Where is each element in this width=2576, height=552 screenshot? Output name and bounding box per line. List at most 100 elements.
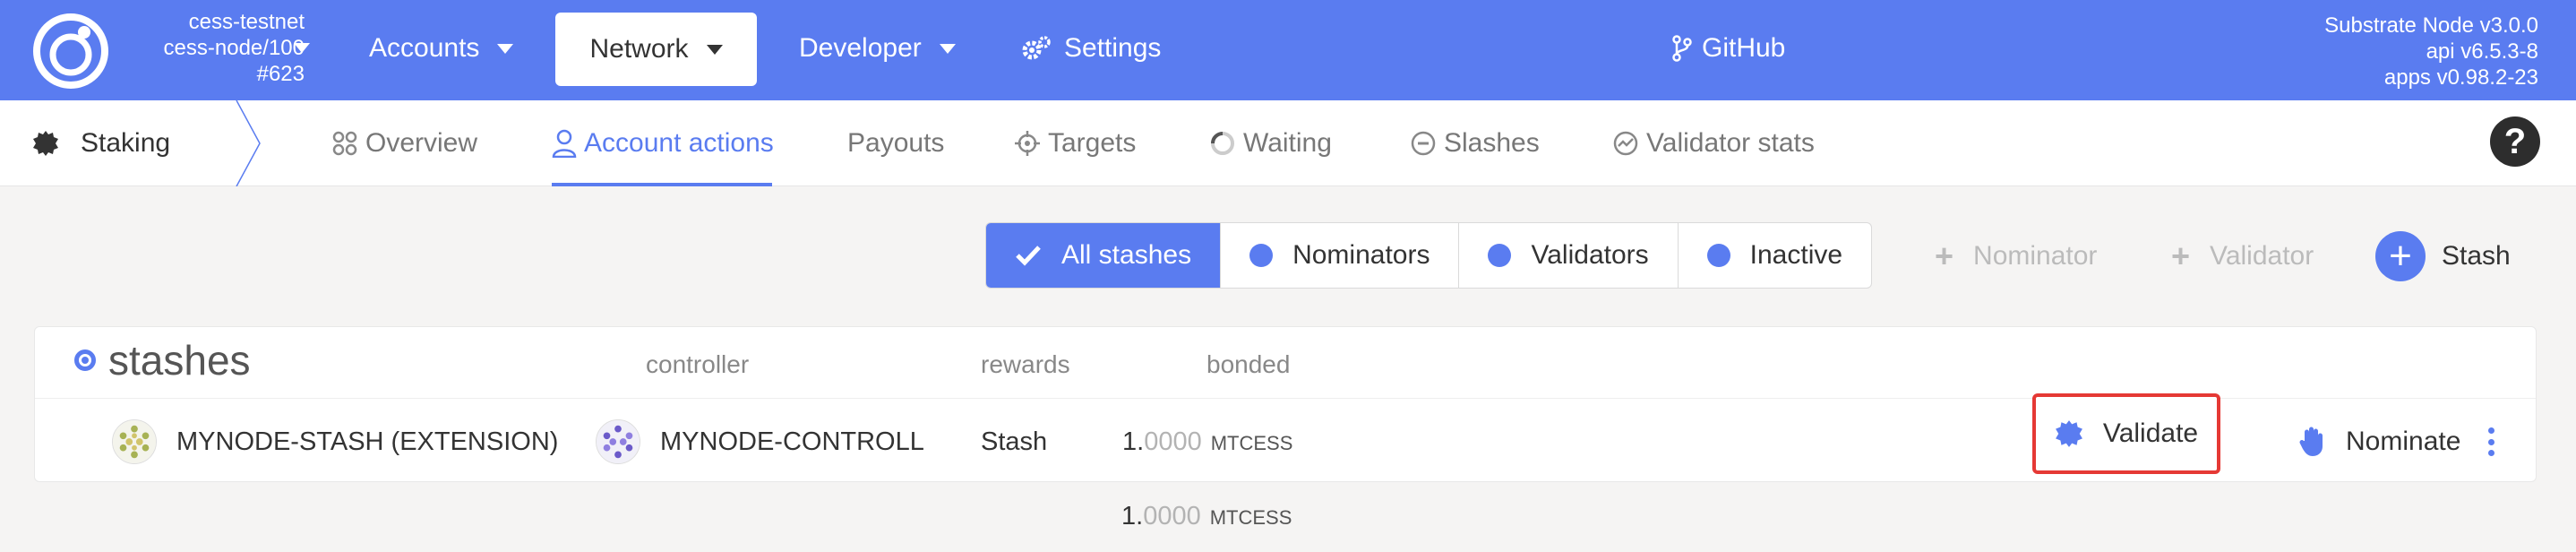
minus-circle-icon [1411,131,1436,156]
tab-overview-label: Overview [365,128,478,158]
table-title: stashes [74,336,251,384]
nominate-button[interactable]: Nominate [2299,401,2460,483]
bonded-fraction: 0000 [1144,427,1202,456]
total-unit: MTCESS [1209,506,1292,529]
tab-slashes-label: Slashes [1444,128,1540,158]
radio-icon [74,349,96,371]
tab-payouts-label: Payouts [847,128,945,158]
plus-icon: + [2375,231,2426,281]
dot-icon [1706,244,1730,267]
tab-waiting[interactable]: Waiting [1209,124,1332,163]
api-version: api v6.5.3-8 [2426,39,2538,64]
controller-account[interactable]: MYNODE-CONTROLL [596,401,940,483]
nav-network[interactable]: Network [555,13,757,86]
total-fraction: 0000 [1143,502,1201,530]
table-header: stashes controller rewards bonded [35,327,2536,399]
add-nominator-button[interactable]: + Nominator [1935,235,2097,278]
stash-filter-group: All stashes Nominators Validators Inacti… [985,222,1873,289]
tab-account-actions[interactable]: Account actions [552,124,774,163]
validate-label: Validate [2102,418,2199,448]
chevron-down-icon [706,44,723,55]
hand-paper-icon [2299,427,2323,456]
node-version: Substrate Node v3.0.0 [2324,13,2538,38]
nav-github[interactable]: GitHub [1671,29,1785,68]
stash-account[interactable]: MYNODE-STASH (EXTENSION) [112,401,558,483]
active-tab-indicator [552,183,772,186]
nav-settings-label: Settings [1064,33,1162,63]
tab-payouts[interactable]: Payouts [847,124,944,163]
dot-icon [1249,244,1274,267]
filter-nominators[interactable]: Nominators [1221,223,1460,288]
header-bonded: bonded [1206,350,1291,378]
user-icon [552,129,577,158]
staking-subnav: Staking Overview Account actions Payouts… [0,100,2576,186]
tab-validator-stats[interactable]: Validator stats [1612,124,1815,163]
total-integer: 1. [1121,502,1144,530]
stashes-table: stashes controller rewards bonded MYNODE… [34,326,2537,482]
rewards-destination: Stash [981,427,1048,456]
plus-icon: + [2171,237,2191,274]
nav-developer-label: Developer [799,33,922,63]
chevron-down-icon [497,43,514,54]
help-button[interactable]: ? [2490,116,2540,167]
identicon-icon[interactable] [596,419,640,464]
nav-accounts[interactable]: Accounts [369,29,514,68]
add-validator-label: Validator [2210,241,2314,271]
breadcrumb-separator [236,100,261,186]
chain-selector[interactable]: cess-testnet cess-node/100 #623 [125,9,305,87]
add-stash-label: Stash [2442,241,2511,271]
chevron-down-icon[interactable] [294,43,310,53]
more-options-icon[interactable] [2486,427,2496,456]
add-validator-button[interactable]: + Validator [2171,235,2314,278]
apps-version: apps v0.98.2-23 [2383,65,2538,90]
chevron-down-icon [939,43,956,54]
filter-inactive-label: Inactive [1749,240,1843,270]
bonded-unit: MTCESS [1210,431,1293,454]
tab-validator-stats-label: Validator stats [1646,128,1815,158]
filter-validators[interactable]: Validators [1459,223,1679,288]
identicon-icon[interactable] [112,419,157,464]
block-number: #623 [256,62,305,86]
tab-targets[interactable]: Targets [1014,124,1136,163]
tab-targets-label: Targets [1048,128,1137,158]
bonded-amount: 1. 0000 MTCESS [1122,401,1292,483]
nav-network-label: Network [589,34,689,64]
dot-icon [1488,244,1512,267]
controller-name: MYNODE-CONTROLL [660,427,924,456]
validate-button[interactable]: Validate [2032,393,2220,474]
add-stash-button[interactable]: + Stash [2375,229,2511,283]
certificate-icon [2055,420,2082,447]
version-info: Substrate Node v3.0.0 api v6.5.3-8 apps … [2324,13,2538,91]
add-nominator-label: Nominator [1973,241,2098,271]
section-title-label: Staking [81,128,171,158]
tab-slashes[interactable]: Slashes [1410,124,1540,163]
spinner-icon [1211,132,1234,155]
filter-all-stashes[interactable]: All stashes [986,223,1222,288]
filter-all-label: All stashes [1061,240,1192,270]
tab-account-actions-label: Account actions [584,128,774,158]
top-bar: cess-testnet cess-node/100 #623 Accounts… [0,0,2576,100]
nav-settings[interactable]: Settings [1021,29,1161,68]
filter-inactive[interactable]: Inactive [1679,223,1871,288]
git-branch-icon [1672,35,1692,62]
nominate-label: Nominate [2346,427,2461,456]
chart-icon [1613,131,1638,156]
tab-overview[interactable]: Overview [331,124,477,163]
grid-icon [332,131,357,156]
filter-validators-label: Validators [1531,240,1649,270]
certificate-icon [33,131,58,156]
polkadot-logo-icon[interactable] [32,13,109,90]
bonded-total: 1. 0000 MTCESS [1121,502,1292,531]
check-icon [1016,246,1041,266]
nav-developer[interactable]: Developer [799,29,956,68]
chain-name: cess-testnet [188,10,305,34]
table-row: MYNODE-STASH (EXTENSION) MYNODE-CONTROLL… [35,393,2536,483]
table-title-label: stashes [108,337,251,384]
chain-node: cess-node/100 [163,36,305,60]
nav-accounts-label: Accounts [369,33,480,63]
bonded-integer: 1. [1122,427,1145,456]
plus-icon: + [1935,237,1954,274]
header-controller: controller [646,350,750,378]
stash-name: MYNODE-STASH (EXTENSION) [176,427,559,456]
gears-icon [1022,36,1051,60]
